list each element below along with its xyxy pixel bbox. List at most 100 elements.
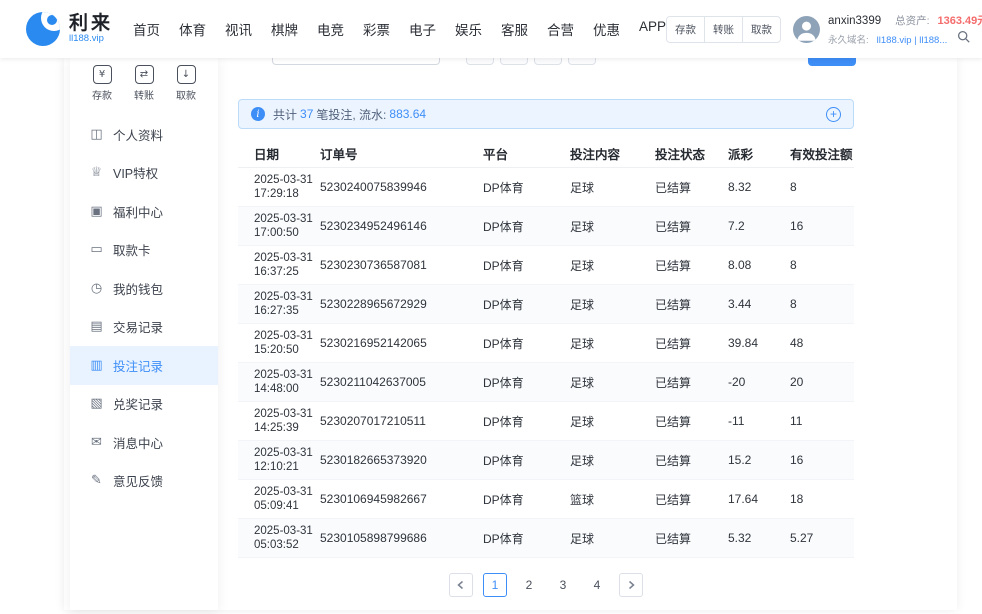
cell-payout: 5.32	[728, 531, 790, 545]
cell-status: 已结算	[655, 296, 728, 313]
bet-date: 2025-03-31	[254, 368, 320, 383]
table-row: 2025-03-31 16:37:25 5230230736587081 DP体…	[238, 246, 854, 285]
col-order: 订单号	[320, 144, 483, 163]
cell-bet-content: 篮球	[570, 491, 655, 508]
nav-item-live-casino[interactable]: 视讯	[225, 19, 252, 39]
bet-date: 2025-03-31	[254, 524, 320, 539]
sidebar-item-profile[interactable]: ◫ 个人资料	[70, 115, 218, 154]
sidebar-item-feedback[interactable]: ✎ 意见反馈	[70, 462, 218, 501]
cell-valid-stake: 8	[790, 258, 854, 272]
bet-date: 2025-03-31	[254, 212, 320, 227]
sidebar-item-message-center[interactable]: ✉ 消息中心	[70, 423, 218, 462]
nav-item-home[interactable]: 首页	[133, 19, 160, 39]
nav-item-promotions[interactable]: 优惠	[593, 19, 620, 39]
bet-date: 2025-03-31	[254, 485, 320, 500]
profile-icon: ◫	[89, 127, 104, 142]
pagination-page-3[interactable]: 3	[551, 573, 575, 597]
bet-time: 17:29:18	[254, 187, 320, 202]
pagination-page-1[interactable]: 1	[483, 573, 507, 597]
nav-item-lottery[interactable]: 彩票	[363, 19, 390, 39]
cell-order-number: 5230207017210511	[320, 414, 483, 428]
cell-order-number: 5230228965672929	[320, 297, 483, 311]
summary-label: 笔投注, 流水:	[316, 106, 386, 123]
cell-valid-stake: 5.27	[790, 531, 854, 545]
mail-icon: ✉	[89, 435, 104, 450]
sidebar-item-label: 我的钱包	[113, 279, 163, 298]
cell-status: 已结算	[655, 257, 728, 274]
quick-action-withdraw[interactable]: ↓ 取款	[176, 65, 196, 102]
sidebar: ¥ 存款 ⇄ 转账 ↓ 取款 ◫ 个人资料 ♕ VIP特权 ▣	[70, 58, 218, 610]
cell-order-number: 5230106945982667	[320, 492, 483, 506]
nav-item-customer-service[interactable]: 客服	[501, 19, 528, 39]
cell-platform: DP体育	[483, 257, 570, 274]
deposit-button[interactable]: 存款	[667, 17, 704, 42]
nav-item-esports[interactable]: 电竞	[317, 19, 344, 39]
sidebar-item-vip[interactable]: ♕ VIP特权	[70, 154, 218, 193]
cell-bet-content: 足球	[570, 218, 655, 235]
pagination-page-2[interactable]: 2	[517, 573, 541, 597]
cell-bet-content: 足球	[570, 374, 655, 391]
bet-date: 2025-03-31	[254, 173, 320, 188]
quick-action-label: 存款	[92, 87, 112, 102]
sidebar-item-bet-records[interactable]: ▥ 投注记录	[70, 346, 218, 385]
cell-bet-content: 足球	[570, 413, 655, 430]
quick-action-label: 转账	[134, 87, 154, 102]
bet-time: 16:37:25	[254, 265, 320, 280]
sidebar-item-redeem-records[interactable]: ▧ 兑奖记录	[70, 385, 218, 424]
quick-action-deposit[interactable]: ¥ 存款	[92, 65, 112, 102]
plus-circle-icon[interactable]: +	[826, 107, 841, 122]
sidebar-item-label: 福利中心	[113, 202, 163, 221]
table-body: 2025-03-31 17:29:18 5230240075839946 DP体…	[238, 168, 854, 558]
summary-alert: i 共计 37 笔投注, 流水: 883.64 +	[238, 99, 854, 129]
cell-platform: DP体育	[483, 413, 570, 430]
quick-action-transfer[interactable]: ⇄ 转账	[134, 65, 154, 102]
assets-label: 总资产:	[895, 13, 929, 28]
cell-status: 已结算	[655, 491, 728, 508]
cell-order-number: 5230234952496146	[320, 219, 483, 233]
cell-status: 已结算	[655, 413, 728, 430]
user-avatar[interactable]	[793, 16, 820, 43]
summary-prefix: 共计	[273, 106, 297, 123]
bet-date: 2025-03-31	[254, 290, 320, 305]
brand-logo[interactable]: 利来 ll188.vip	[26, 12, 113, 46]
cell-platform: DP体育	[483, 296, 570, 313]
pagination: 1 2 3 4	[238, 573, 854, 597]
cell-status: 已结算	[655, 452, 728, 469]
withdraw-icon: ↓	[177, 65, 196, 84]
bet-date: 2025-03-31	[254, 446, 320, 461]
cell-payout: 7.2	[728, 219, 790, 233]
cell-status: 已结算	[655, 530, 728, 547]
cell-payout: -20	[728, 375, 790, 389]
pagination-next-button[interactable]	[619, 573, 643, 597]
search-icon[interactable]	[957, 30, 970, 43]
sidebar-item-wallet[interactable]: ◷ 我的钱包	[70, 269, 218, 308]
user-info-block: anxin3399 总资产: 1363.49元 永久域名: ll188.vip …	[828, 12, 982, 46]
cell-valid-stake: 8	[790, 180, 854, 194]
sidebar-item-label: 取款卡	[113, 240, 151, 259]
withdraw-button[interactable]: 取款	[742, 17, 780, 42]
permanent-domain-label: 永久域名:	[828, 32, 869, 46]
transfer-button[interactable]: 转账	[704, 17, 742, 42]
nav-item-sports[interactable]: 体育	[179, 19, 206, 39]
avatar-person-icon	[793, 16, 820, 43]
nav-item-partnership[interactable]: 合营	[547, 19, 574, 39]
sidebar-item-transaction-records[interactable]: ▤ 交易记录	[70, 308, 218, 347]
chevron-left-icon	[456, 580, 466, 590]
sidebar-item-label: VIP特权	[113, 163, 158, 182]
nav-item-slots[interactable]: 电子	[409, 19, 436, 39]
bet-time: 14:25:39	[254, 421, 320, 436]
bet-time: 15:20:50	[254, 343, 320, 358]
pagination-prev-button[interactable]	[449, 573, 473, 597]
nav-item-entertainment[interactable]: 娱乐	[455, 19, 482, 39]
sidebar-item-withdraw-card[interactable]: ▭ 取款卡	[70, 231, 218, 270]
cell-payout: 39.84	[728, 336, 790, 350]
pagination-page-4[interactable]: 4	[585, 573, 609, 597]
quick-action-label: 取款	[176, 87, 196, 102]
sidebar-item-label: 消息中心	[113, 433, 163, 452]
sidebar-item-welfare-center[interactable]: ▣ 福利中心	[70, 192, 218, 231]
cell-date: 2025-03-31 12:10:21	[254, 446, 320, 475]
cell-bet-content: 足球	[570, 257, 655, 274]
nav-item-app[interactable]: APP	[639, 19, 666, 39]
nav-item-board-games[interactable]: 棋牌	[271, 19, 298, 39]
cell-valid-stake: 11	[790, 414, 854, 428]
